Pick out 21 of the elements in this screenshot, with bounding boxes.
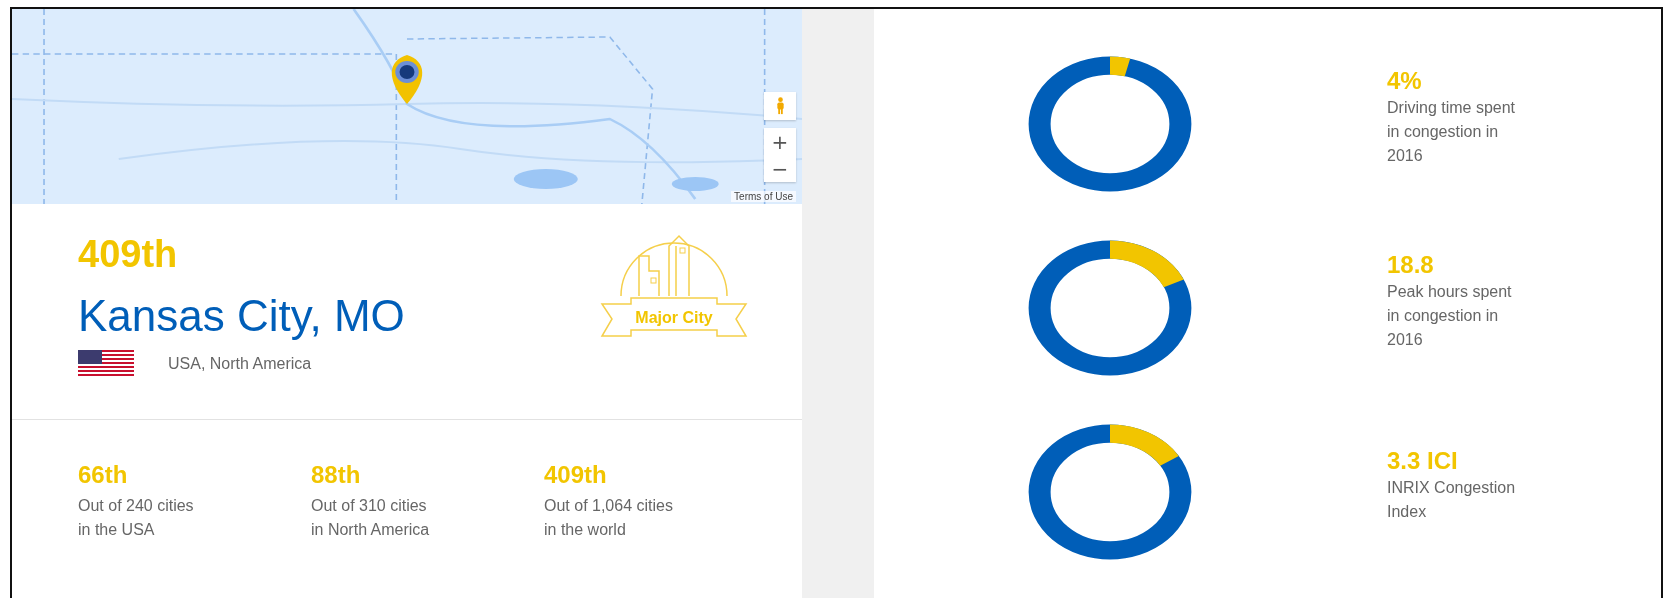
rank-value: 88th — [311, 460, 362, 490]
zoom-out-button[interactable]: − — [764, 155, 796, 182]
major-city-badge: Major City — [594, 226, 754, 346]
rank-description: Out of 1,064 cities in the world — [544, 496, 674, 540]
rank-value: 409th — [544, 460, 608, 490]
rank-description: Out of 310 cities in North America — [311, 496, 431, 540]
zoom-in-button[interactable]: + — [764, 128, 796, 155]
metric-value: 3.3 ICI — [1387, 446, 1459, 476]
metric-value: 4% — [1387, 66, 1423, 96]
rank-value: 66th — [78, 460, 129, 490]
street-view-icon[interactable] — [764, 92, 796, 120]
city-rank: 409th — [78, 232, 179, 276]
metric-value: 18.8 — [1387, 250, 1435, 280]
metric-description: Peak hours spent in congestion in 2016 — [1387, 282, 1512, 350]
terms-link[interactable]: Terms of Use — [731, 191, 796, 202]
region-text: USA, North America — [168, 354, 312, 373]
rank-description: Out of 240 cities in the USA — [78, 496, 195, 540]
flag-icon — [78, 350, 134, 377]
city-name: Kansas City, MO — [78, 290, 405, 342]
metric-description: INRIX Congestion Index — [1387, 478, 1516, 522]
metric-description: Driving time spent in congestion in 2016 — [1387, 98, 1516, 166]
